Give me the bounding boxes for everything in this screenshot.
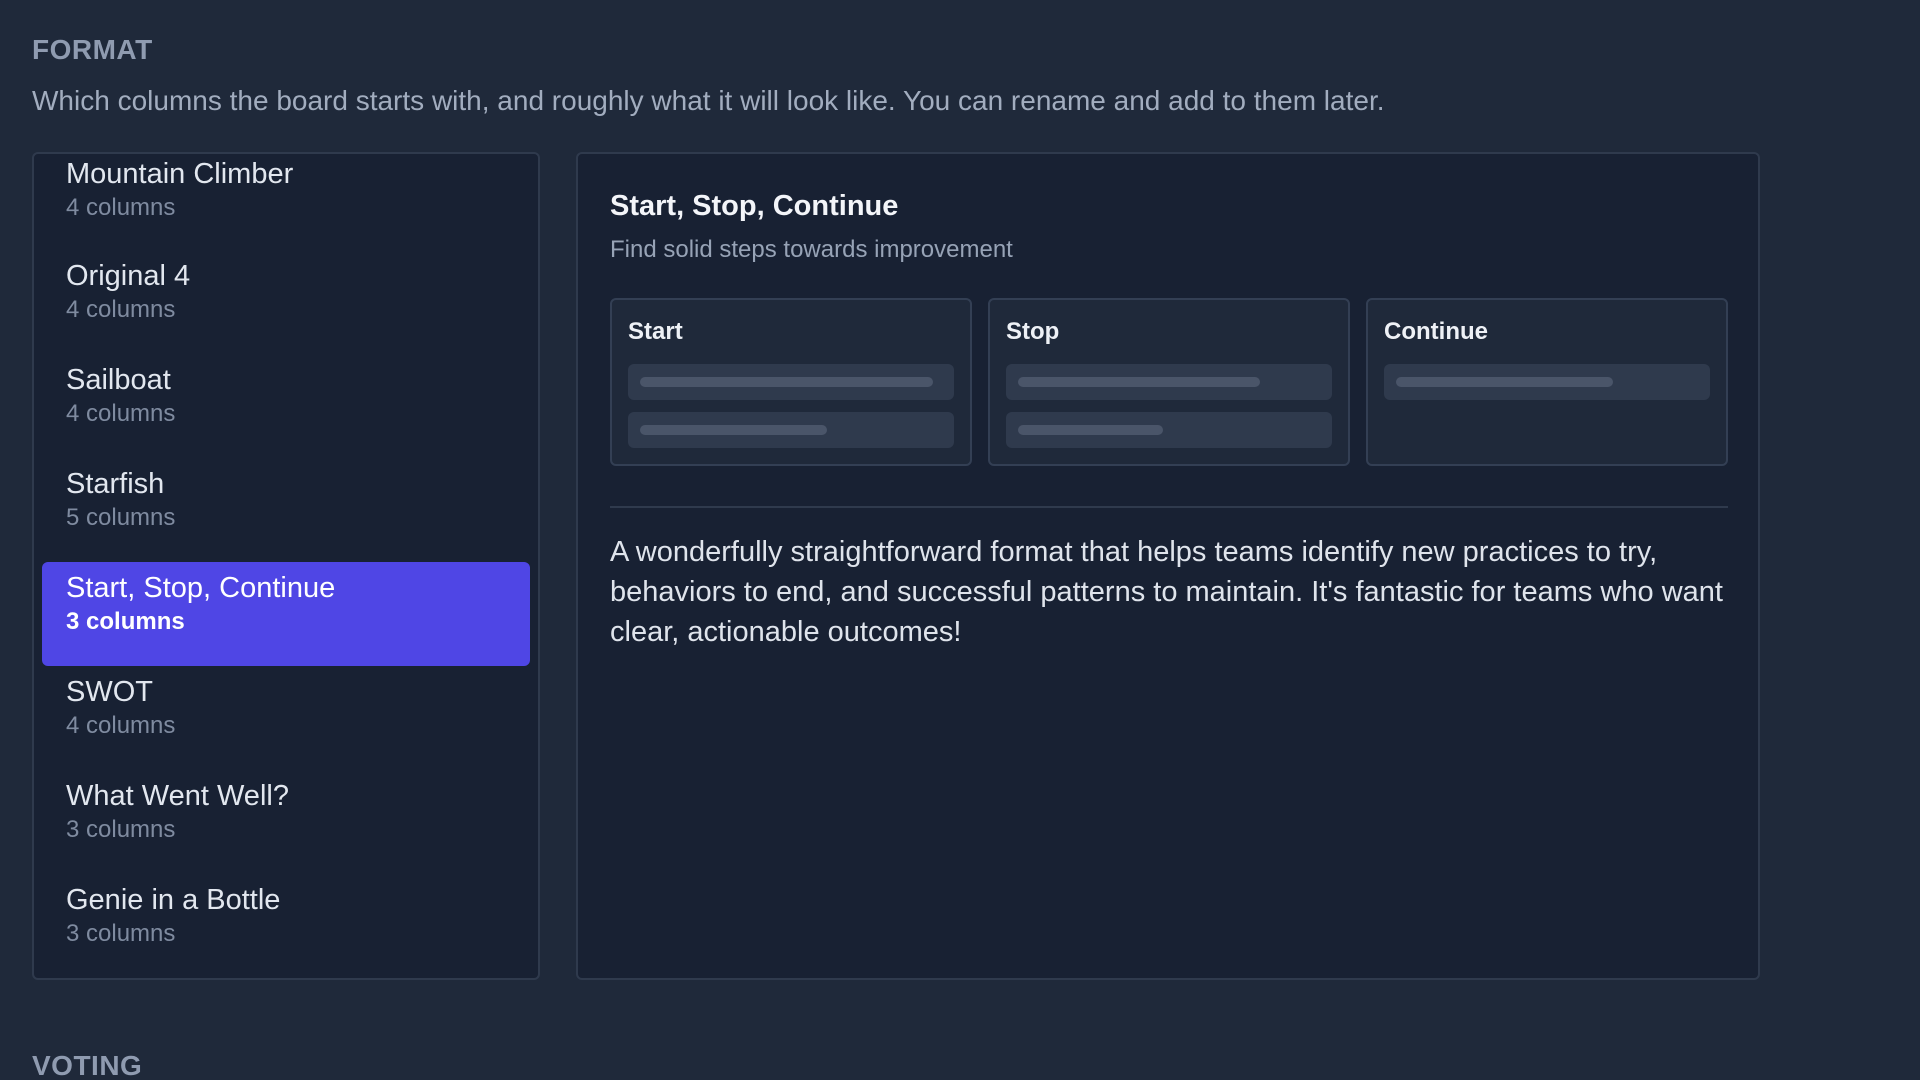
- format-item-start-stop-continue[interactable]: Start, Stop, Continue 3 columns: [42, 562, 530, 666]
- format-item-sailboat[interactable]: Sailboat 4 columns: [42, 354, 530, 458]
- format-item-name: Original 4: [66, 260, 191, 292]
- format-section-title: FORMAT: [32, 34, 153, 65]
- preview-column-title: Start: [628, 318, 683, 345]
- format-item-name: Start, Stop, Continue: [66, 572, 336, 604]
- format-item-genie-in-a-bottle[interactable]: Genie in a Bottle 3 columns: [42, 874, 530, 978]
- format-list: Mountain Climber 4 columns Original 4 4 …: [32, 152, 540, 980]
- preview-column-title: Continue: [1384, 318, 1488, 345]
- preview-subtitle: Find solid steps towards improvement: [610, 236, 1013, 263]
- preview-columns: Start Stop Continue: [610, 298, 1728, 466]
- format-item-column-count: 3 columns: [66, 816, 176, 844]
- placeholder-card: [1006, 412, 1332, 448]
- format-item-name: Starfish: [66, 468, 165, 500]
- placeholder-card: [628, 412, 954, 448]
- placeholder-line: [1396, 377, 1613, 387]
- format-item-column-count: 4 columns: [66, 296, 176, 324]
- preview-column-title: Stop: [1006, 318, 1060, 345]
- format-item-swot[interactable]: SWOT 4 columns: [42, 666, 530, 770]
- format-item-name: SWOT: [66, 676, 153, 708]
- format-item-name: Genie in a Bottle: [66, 884, 281, 916]
- format-item-column-count: 4 columns: [66, 712, 176, 740]
- preview-column-continue: Continue: [1366, 298, 1728, 466]
- preview-column-stop: Stop: [988, 298, 1350, 466]
- format-item-column-count: 4 columns: [66, 194, 176, 222]
- format-item-column-count: 3 columns: [66, 608, 185, 636]
- format-preview-panel: Start, Stop, Continue Find solid steps t…: [576, 152, 1760, 980]
- board-settings-page: FORMAT Which columns the board starts wi…: [0, 0, 1920, 1080]
- format-section-description: Which columns the board starts with, and…: [32, 85, 1385, 116]
- format-item-what-went-well[interactable]: What Went Well? 3 columns: [42, 770, 530, 874]
- placeholder-line: [1018, 425, 1163, 435]
- preview-title: Start, Stop, Continue: [610, 190, 899, 222]
- preview-description: A wonderfully straightforward format tha…: [610, 536, 1723, 648]
- format-item-name: Mountain Climber: [66, 158, 294, 190]
- preview-column-start: Start: [610, 298, 972, 466]
- format-item-name: What Went Well?: [66, 780, 289, 812]
- format-item-column-count: 5 columns: [66, 504, 176, 532]
- format-item-column-count: 4 columns: [66, 400, 176, 428]
- placeholder-card: [628, 364, 954, 400]
- placeholder-card: [1006, 364, 1332, 400]
- format-item-original-4[interactable]: Original 4 4 columns: [42, 250, 530, 354]
- format-item-name: Sailboat: [66, 364, 171, 396]
- placeholder-line: [1018, 377, 1260, 387]
- format-item-column-count: 3 columns: [66, 920, 176, 948]
- voting-section-title: VOTING: [32, 1050, 143, 1080]
- placeholder-card: [1384, 364, 1710, 400]
- format-item-starfish[interactable]: Starfish 5 columns: [42, 458, 530, 562]
- placeholder-line: [640, 425, 827, 435]
- preview-divider: [610, 506, 1728, 508]
- format-item-mountain-climber[interactable]: Mountain Climber 4 columns: [42, 154, 530, 250]
- placeholder-line: [640, 377, 933, 387]
